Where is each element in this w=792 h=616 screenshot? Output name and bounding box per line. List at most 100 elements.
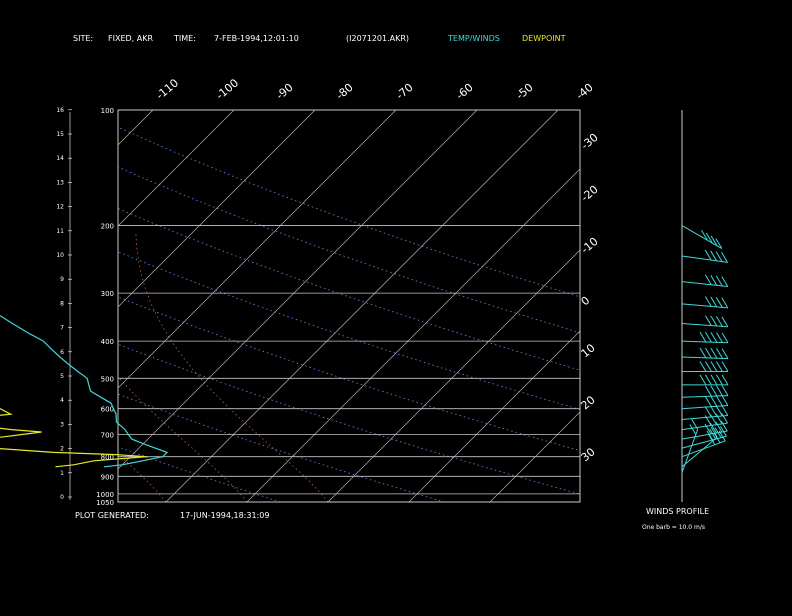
wind-barb-flag xyxy=(721,395,729,406)
wind-barb-flag xyxy=(715,275,723,287)
isotherm-line xyxy=(165,110,559,502)
wind-barb-flag xyxy=(699,361,707,372)
skew-t-diagram: SITE: FIXED, AKR TIME: 7-FEB-1994,12:01:… xyxy=(0,34,729,531)
height-tick-label: 13 xyxy=(56,179,64,186)
isotherm-label-right: -20 xyxy=(579,183,601,205)
pressure-tick-label: 700 xyxy=(101,431,114,439)
wind-barb-flag xyxy=(721,374,729,386)
isotherm-label-right: 10 xyxy=(579,341,598,360)
height-tick-label: 4 xyxy=(60,397,64,404)
wind-barb-flag xyxy=(689,424,697,435)
dry-adiabat-line xyxy=(118,343,580,495)
wind-barb-flag xyxy=(704,296,712,307)
wind-barb-flag xyxy=(710,332,718,343)
wind-barb xyxy=(681,429,699,473)
isotherm-label-right: 20 xyxy=(579,393,598,412)
generated-label: PLOT GENERATED: xyxy=(75,511,149,520)
pressure-tick-label: 400 xyxy=(101,338,114,346)
dewpoint-line xyxy=(0,408,147,468)
height-tick-label: 9 xyxy=(60,276,64,283)
wind-barb-flag xyxy=(704,406,712,418)
dry-adiabat-line xyxy=(118,296,580,452)
pressure-tick-label: 900 xyxy=(101,473,114,481)
wind-barb-flag xyxy=(699,347,707,359)
legend-temp-winds: TEMP/WINDS xyxy=(447,34,500,43)
wind-barbs xyxy=(681,110,729,502)
wind-barb-flag xyxy=(710,275,718,286)
wind-barb-flag xyxy=(715,405,723,417)
generated-value: 17-JUN-1994,18:31:09 xyxy=(180,511,269,520)
moist-adiabat-line xyxy=(118,453,167,502)
isotherm-line xyxy=(118,110,316,308)
isotherm-label-right: 0 xyxy=(579,294,593,308)
moist-adiabats xyxy=(118,233,329,502)
winds-barb-note: One barb = 10.0 m/s xyxy=(642,524,705,531)
dry-adiabat-line xyxy=(118,251,580,410)
height-tick-label: 7 xyxy=(60,325,64,332)
wind-barb-flag xyxy=(710,250,718,262)
wind-barb-flag xyxy=(710,296,718,308)
height-tick-label: 12 xyxy=(56,204,64,211)
temperature-line xyxy=(0,314,169,468)
wind-barb-flag xyxy=(704,396,712,407)
pressure-tick-label: 600 xyxy=(101,406,114,414)
wind-barb-flag xyxy=(699,374,707,386)
wind-barb-flag xyxy=(716,348,723,359)
isotherm-label-right: -10 xyxy=(579,235,601,257)
wind-barb-flag xyxy=(699,331,707,343)
wind-barb-flag xyxy=(705,374,712,386)
isotherm-label-top: -80 xyxy=(334,81,356,103)
wind-barb-flag xyxy=(716,361,723,372)
pressure-tick-label: 300 xyxy=(101,290,114,298)
wind-barb xyxy=(681,414,728,420)
plot-border xyxy=(117,109,581,503)
dry-adiabat-line xyxy=(118,208,580,371)
wind-barb-flag xyxy=(704,347,712,359)
height-tick-label: 6 xyxy=(60,349,64,356)
isotherm-line xyxy=(118,110,478,470)
time-value: 7-FEB-1994,12:01:10 xyxy=(214,34,299,43)
wind-barb-flag xyxy=(721,297,729,309)
wind-barb-flag xyxy=(721,405,729,416)
isotherm-label-top: -50 xyxy=(514,81,536,103)
wind-barb-flag xyxy=(716,385,723,397)
height-tick-label: 2 xyxy=(60,446,64,453)
isotherm-line xyxy=(489,411,580,502)
wind-barb-flag xyxy=(710,385,718,397)
isotherm-line xyxy=(118,110,235,227)
pressure-axis: 10020030040050060070080090010001050-110-… xyxy=(96,76,601,507)
isotherms xyxy=(118,110,580,502)
wind-barb-flag xyxy=(704,274,712,285)
wind-barb-flag xyxy=(721,316,729,328)
height-tick-label: 0 xyxy=(60,494,64,501)
isotherm-label-top: -90 xyxy=(274,81,296,103)
isotherm-line xyxy=(408,330,580,502)
wind-barb-flag xyxy=(715,297,723,308)
height-tick-label: 16 xyxy=(56,107,64,114)
height-tick-label: 11 xyxy=(56,228,64,235)
wind-barb-flag xyxy=(710,315,718,327)
wind-barb-flag xyxy=(715,316,723,327)
isotherm-label-right: -30 xyxy=(579,131,601,153)
wind-barb-flag xyxy=(716,332,723,343)
legend-dewpoint: DEWPOINT xyxy=(522,34,566,43)
wind-barb-flag xyxy=(705,361,712,372)
height-tick-label: 14 xyxy=(56,155,64,162)
wind-barb xyxy=(681,436,718,468)
height-tick-label: 15 xyxy=(56,131,64,138)
pressure-tick-label: 1050 xyxy=(96,499,114,507)
wind-barb-flag xyxy=(721,361,729,372)
isotherm-label-right: 30 xyxy=(579,445,598,464)
wind-barb-flag xyxy=(721,252,728,263)
wind-barb-flag xyxy=(710,361,718,372)
wind-barb-flag xyxy=(721,385,729,396)
winds-profile-title: WINDS PROFILE xyxy=(646,507,709,516)
dry-adiabats xyxy=(118,126,580,502)
isotherm-line xyxy=(118,110,154,146)
wind-barb-flag xyxy=(710,406,718,417)
height-tick-label: 10 xyxy=(56,252,64,259)
wind-barb-flag xyxy=(721,276,729,287)
isotherm-label-top: -60 xyxy=(454,81,476,103)
isobars xyxy=(118,109,580,503)
pressure-tick-label: 200 xyxy=(101,223,114,231)
